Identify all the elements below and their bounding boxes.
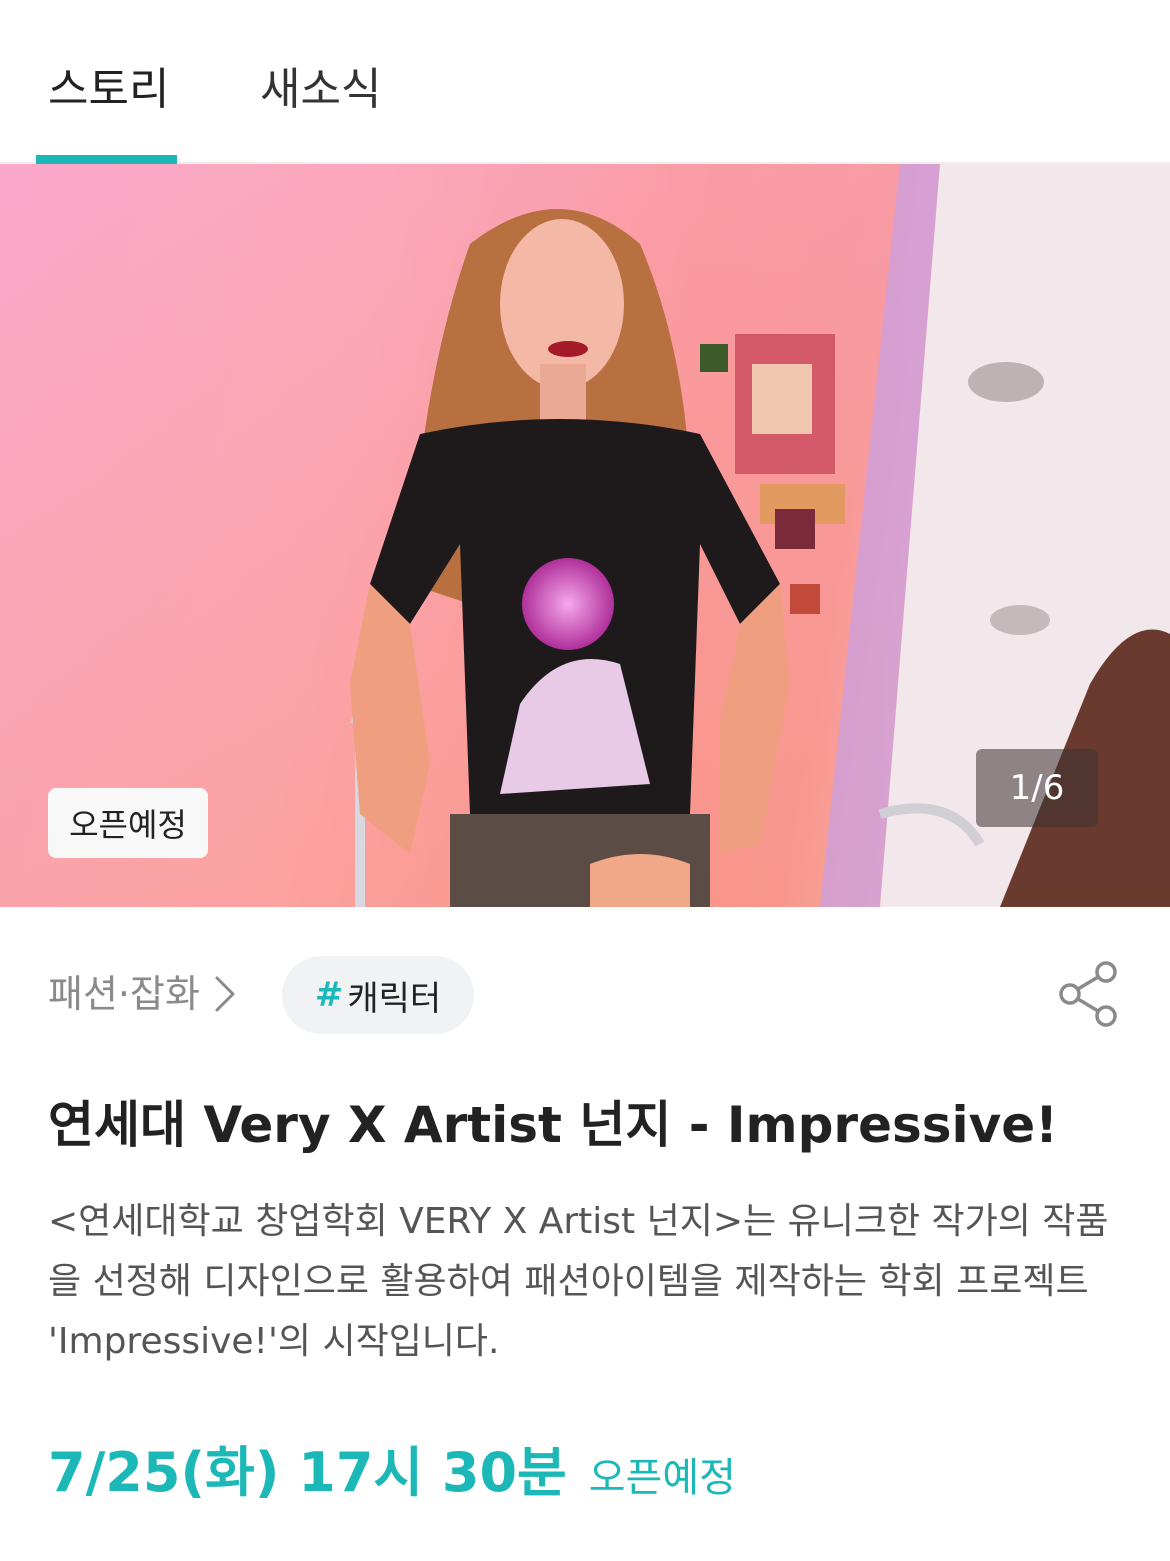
category-row: 패션·잡화 # 캐릭터	[48, 956, 1122, 1034]
hash-icon: #	[314, 975, 344, 1015]
active-tab-indicator	[36, 155, 177, 164]
open-soon-badge: 오픈예정	[48, 788, 208, 858]
chevron-right-icon	[215, 976, 235, 1012]
tab-bar: 스토리 새소식	[0, 0, 1170, 164]
project-title: 연세대 Very X Artist 넌지 - Impressive!	[48, 1096, 1058, 1154]
project-description: <연세대학교 창업학회 VERY X Artist 넌지>는 유니크한 작가의 …	[48, 1201, 1109, 1362]
open-label: 오픈예정	[588, 1455, 736, 1501]
tab-news[interactable]: 새소식	[260, 62, 381, 118]
image-counter: 1/6	[976, 749, 1098, 827]
hero-image[interactable]: 오픈예정 1/6	[0, 164, 1170, 907]
category-breadcrumb[interactable]: 패션·잡화	[48, 966, 238, 1022]
open-date: 7/25(화) 17시 30분	[48, 1441, 567, 1504]
tag-chip[interactable]: # 캐릭터	[282, 956, 474, 1034]
share-icon[interactable]	[1056, 958, 1122, 1028]
tag-label: 캐릭터	[347, 978, 442, 1019]
tab-story[interactable]: 스토리	[48, 62, 169, 118]
open-schedule: 7/25(화) 17시 30분 오픈예정	[48, 1428, 736, 1504]
category-label: 패션·잡화	[48, 972, 200, 1016]
